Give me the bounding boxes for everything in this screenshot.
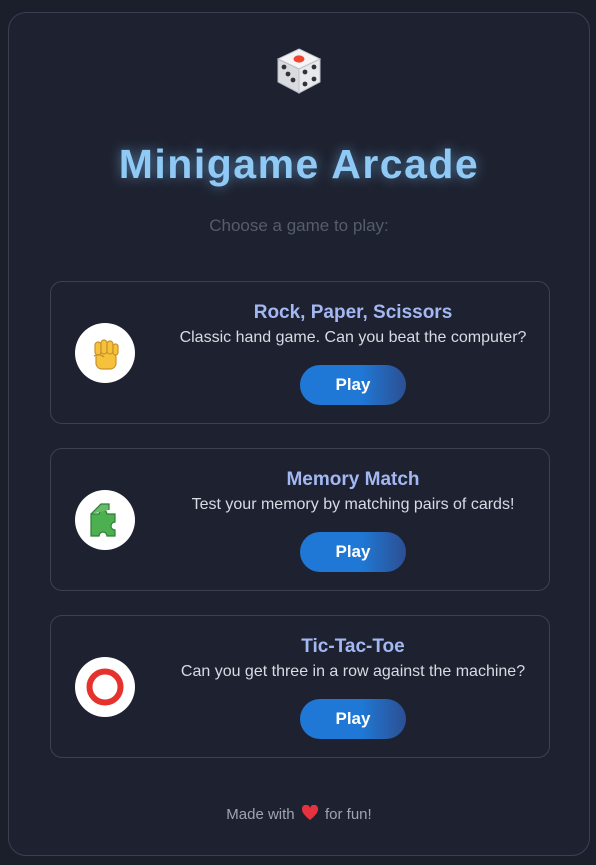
puzzle-piece-icon bbox=[90, 503, 116, 537]
page-title: Minigame Arcade bbox=[118, 141, 480, 187]
footer-text: Made with for fun! bbox=[9, 805, 589, 823]
game-title: Rock, Paper, Scissors bbox=[253, 302, 453, 323]
dice-icon bbox=[276, 48, 322, 94]
game-title: Tic-Tac-Toe bbox=[301, 636, 405, 657]
game-title: Memory Match bbox=[286, 469, 420, 490]
arcade-panel: Minigame Arcade Choose a game to play: R… bbox=[8, 12, 590, 856]
game-icon-badge bbox=[75, 323, 135, 383]
play-button-rock-paper-scissors[interactable]: Play bbox=[300, 365, 406, 405]
game-card-body: Tic-Tac-Toe Can you get three in a row a… bbox=[157, 636, 549, 739]
game-icon-badge bbox=[75, 490, 135, 550]
game-description: Can you get three in a row against the m… bbox=[180, 663, 526, 680]
page-subtitle: Choose a game to play: bbox=[209, 216, 389, 235]
game-icon-badge bbox=[75, 657, 135, 717]
game-description: Test your memory by matching pairs of ca… bbox=[191, 496, 515, 513]
heart-icon bbox=[301, 805, 318, 820]
game-card-body: Memory Match Test your memory by matchin… bbox=[157, 469, 549, 572]
game-card-tic-tac-toe: Tic-Tac-Toe Can you get three in a row a… bbox=[50, 615, 550, 758]
game-description: Classic hand game. Can you beat the comp… bbox=[179, 329, 527, 346]
game-card-body: Rock, Paper, Scissors Classic hand game.… bbox=[157, 302, 549, 405]
raised-fist-icon bbox=[93, 339, 119, 370]
play-button-memory-match[interactable]: Play bbox=[300, 532, 406, 572]
red-circle-icon bbox=[86, 668, 124, 706]
game-card-rock-paper-scissors: Rock, Paper, Scissors Classic hand game.… bbox=[50, 281, 550, 424]
footer-suffix: for fun! bbox=[325, 806, 372, 823]
game-card-memory-match: Memory Match Test your memory by matchin… bbox=[50, 448, 550, 591]
play-button-tic-tac-toe[interactable]: Play bbox=[300, 699, 406, 739]
footer-prefix: Made with bbox=[226, 806, 295, 823]
